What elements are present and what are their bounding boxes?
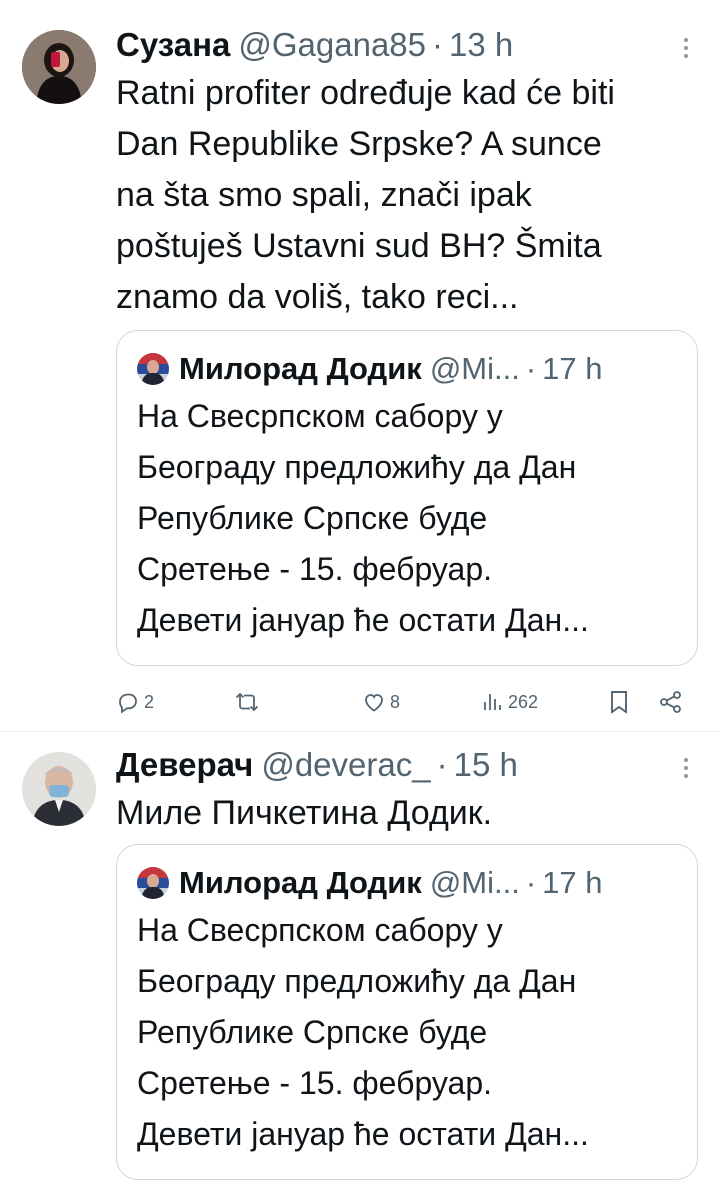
avatar[interactable] (22, 752, 96, 826)
separator-dot: · (525, 865, 537, 900)
quote-author-handle: @Mi... (429, 865, 520, 900)
like-icon (365, 694, 383, 712)
more-icon[interactable] (684, 38, 690, 62)
reply-button[interactable]: 2 (116, 682, 154, 722)
views-icon (484, 694, 501, 710)
like-count: 8 (390, 691, 401, 712)
repost-button[interactable] (234, 682, 264, 722)
views-button[interactable]: 262 (482, 682, 538, 722)
tweet[interactable]: Деверач @deverac_ · 15 h Миле Пичкетина До… (0, 738, 720, 1203)
author-name[interactable]: Деверач (116, 746, 253, 784)
avatar[interactable] (22, 30, 96, 104)
quote-text: На Свесрпском сабору у Београду предложи… (137, 398, 589, 638)
tweet-text: Миле Пичкетина Додик. (116, 794, 493, 832)
quote-author-name: Милорад Додик (179, 865, 422, 900)
timestamp[interactable]: 15 h (454, 746, 518, 783)
quoted-tweet[interactable]: Милорад Додик @Mi... · 17 h На Свесрпском … (116, 844, 698, 1180)
author-name[interactable]: Сузана (116, 26, 230, 64)
view-count: 262 (508, 691, 539, 712)
bookmark-icon (611, 691, 627, 714)
share-button[interactable] (658, 682, 684, 722)
bookmark-button[interactable] (608, 682, 630, 722)
quote-avatar (137, 867, 169, 899)
action-bar: 2 8 262 (116, 682, 696, 722)
separator-dot: · (436, 746, 448, 783)
divider (0, 731, 720, 732)
separator-dot: · (432, 26, 443, 63)
reply-count: 2 (144, 691, 155, 712)
more-icon[interactable] (684, 758, 690, 782)
separator-dot: · (525, 351, 537, 386)
quoted-tweet[interactable]: Милорад Додик @Mi... · 17 h На Свесрпском … (116, 330, 698, 666)
quote-timestamp: 17 h (542, 865, 603, 900)
share-icon (660, 691, 681, 713)
author-handle[interactable]: @Gagana85 (238, 26, 426, 63)
repost-icon (235, 692, 259, 712)
reply-icon (119, 693, 137, 714)
quote-text: На Свесрпском сабору у Београду предложи… (137, 912, 589, 1152)
quote-author-name: Милорад Додик (179, 351, 422, 386)
tweet-text: Ratni profiter određuje kad će biti Dan … (116, 74, 615, 316)
timestamp[interactable]: 13 h (449, 26, 513, 63)
author-handle[interactable]: @deverac_ (261, 746, 430, 783)
quote-timestamp: 17 h (542, 351, 603, 386)
quote-avatar (137, 353, 169, 385)
quote-author-handle: @Mi... (429, 351, 520, 386)
like-button[interactable]: 8 (362, 682, 400, 722)
tweet[interactable]: Сузана @Gagana85 · 13 h Ratni profiter odr… (0, 18, 720, 718)
